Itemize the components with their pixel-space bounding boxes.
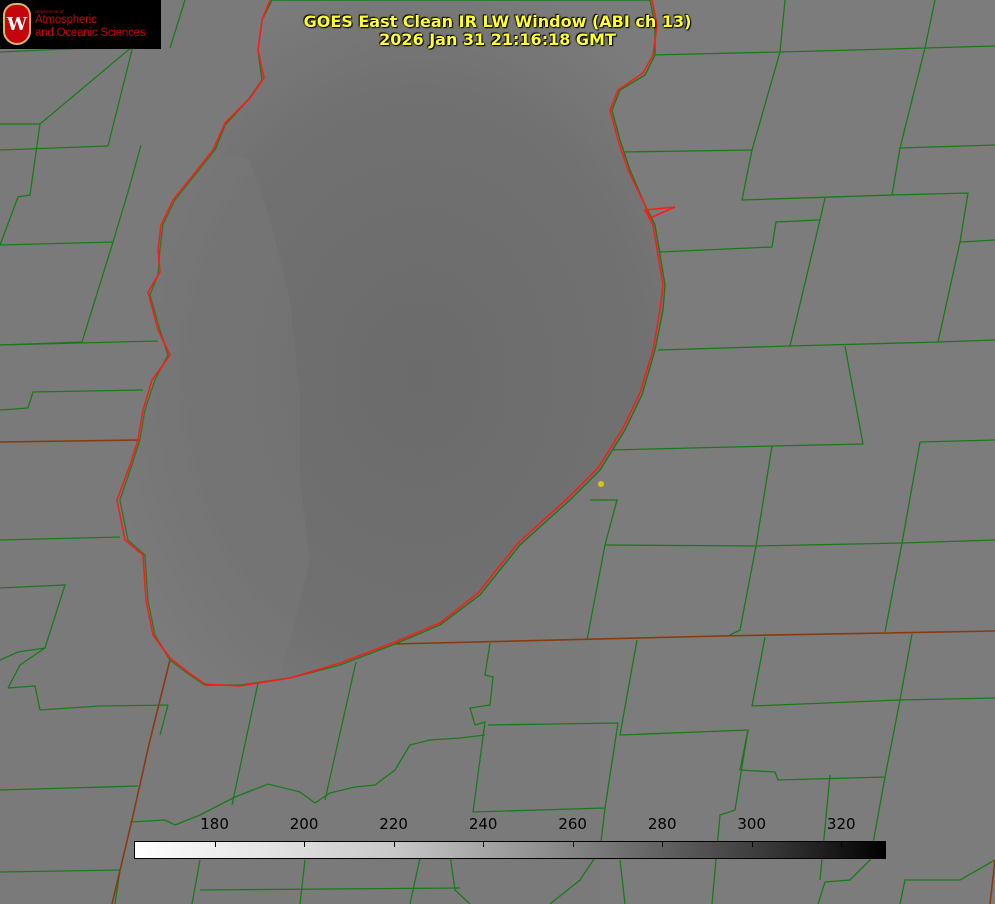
image-timestamp: 2026 Jan 31 21:16:18 GMT — [379, 30, 616, 49]
colorbar-tick-mark-280 — [662, 842, 664, 847]
colorbar-tick-mark-240 — [483, 842, 485, 847]
colorbar-tick-mark-300 — [751, 842, 753, 847]
land-shade-east — [600, 0, 995, 904]
ir-satellite-map — [0, 0, 995, 904]
image-title: GOES East Clean IR LW Window (ABI ch 13) — [303, 12, 692, 31]
temperature-colorbar — [134, 841, 886, 859]
colorbar-tick-mark-220 — [393, 842, 395, 847]
colorbar-tick-mark-320 — [841, 842, 843, 847]
colorbar-tick-mark-200 — [304, 842, 306, 847]
satellite-map-view: W Department of Atmospheric and Oceanic … — [0, 0, 995, 904]
colorbar-tick-mark-260 — [572, 842, 574, 847]
location-marker — [598, 481, 604, 487]
colorbar-tick-mark-180 — [214, 842, 216, 847]
